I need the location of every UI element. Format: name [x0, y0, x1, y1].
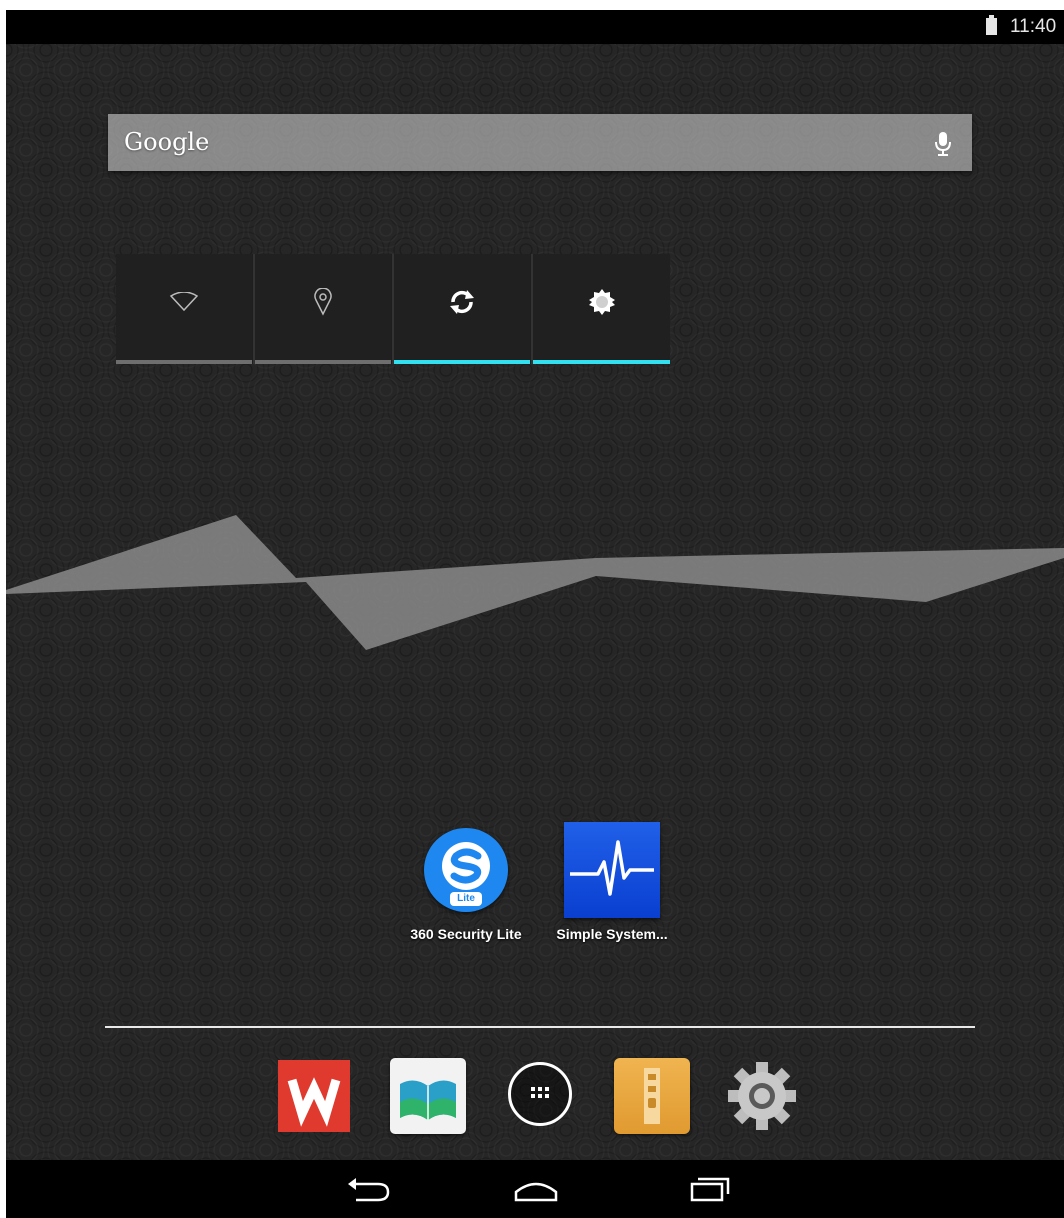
- toggle-indicator: [394, 360, 530, 364]
- 360-security-icon: Lite: [424, 828, 508, 912]
- toggle-indicator: [255, 360, 391, 364]
- wallpaper-streak: [6, 515, 1064, 650]
- toggle-wifi[interactable]: [116, 254, 252, 364]
- app-360-security-lite[interactable]: Lite 360 Security Lite: [396, 828, 536, 942]
- toggle-indicator: [533, 360, 670, 364]
- home-screen: 11:40 Google Lite 360 Security Lite Simp…: [6, 10, 1064, 1218]
- toggle-sync[interactable]: [394, 254, 530, 364]
- location-icon: [314, 288, 332, 316]
- lite-badge: Lite: [450, 892, 482, 906]
- archive-icon[interactable]: [614, 1058, 690, 1134]
- sync-icon: [450, 290, 474, 314]
- navigation-bar: [6, 1160, 1064, 1218]
- settings-gear-icon[interactable]: [724, 1058, 800, 1134]
- toggle-brightness[interactable]: [533, 254, 670, 364]
- toggle-indicator: [116, 360, 252, 364]
- google-search-bar[interactable]: Google: [108, 114, 972, 171]
- recents-icon[interactable]: [678, 1172, 738, 1206]
- app-simple-system-monitor[interactable]: Simple System...: [542, 822, 682, 942]
- wps-icon[interactable]: [278, 1060, 350, 1132]
- mic-icon[interactable]: [932, 130, 954, 158]
- search-label: Google: [124, 128, 210, 156]
- status-bar: 11:40: [6, 10, 1064, 44]
- wifi-icon: [169, 292, 199, 312]
- brightness-icon: [588, 289, 615, 315]
- app-label: Simple System...: [556, 926, 668, 942]
- app-drawer-icon[interactable]: [508, 1062, 572, 1126]
- battery-icon: [986, 15, 997, 35]
- dock-divider: [105, 1026, 975, 1028]
- toggle-location[interactable]: [255, 254, 391, 364]
- gallery-icon[interactable]: [390, 1058, 466, 1134]
- system-monitor-icon: [564, 822, 660, 918]
- back-icon[interactable]: [338, 1172, 398, 1206]
- app-label: 360 Security Lite: [410, 926, 522, 942]
- home-icon[interactable]: [506, 1172, 566, 1206]
- clock: 11:40: [1010, 16, 1057, 37]
- power-control-widget: [116, 254, 670, 364]
